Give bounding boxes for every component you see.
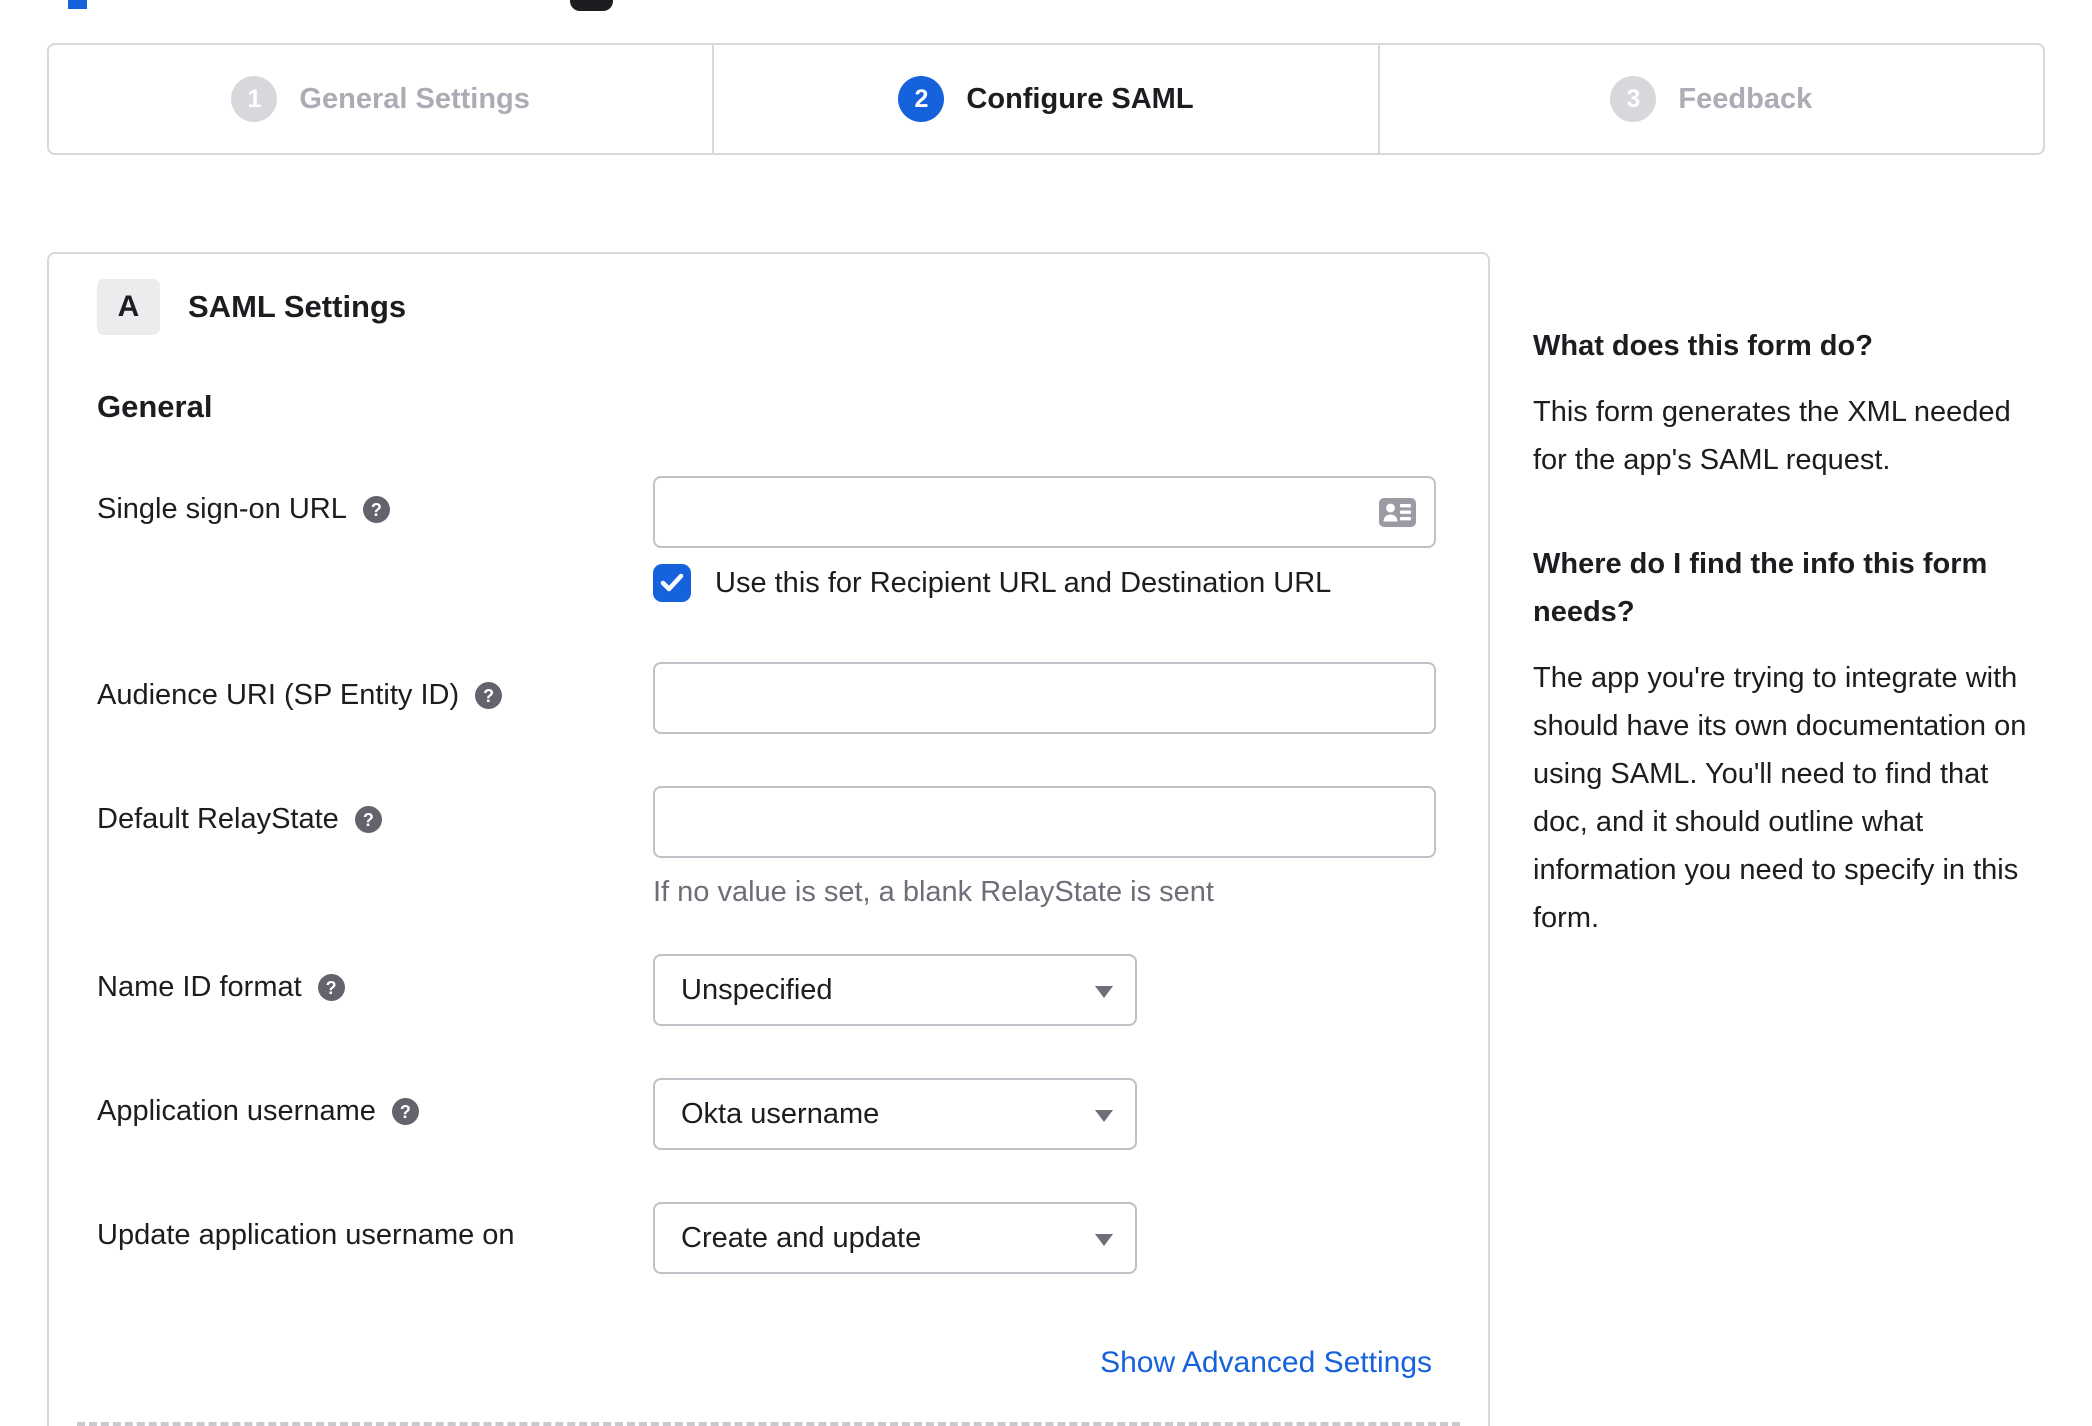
step-general-settings[interactable]: 1 General Settings xyxy=(49,45,712,153)
update-username-value: Create and update xyxy=(681,1221,922,1254)
show-advanced-settings-link[interactable]: Show Advanced Settings xyxy=(1100,1346,1432,1379)
section-header: A SAML Settings xyxy=(97,279,1432,335)
app-username-label-text: Application username xyxy=(97,1095,376,1127)
chevron-down-icon xyxy=(1095,986,1113,998)
sso-url-label: Single sign-on URL ? xyxy=(97,476,653,526)
update-username-control: Create and update xyxy=(653,1202,1432,1274)
relaystate-label: Default RelayState ? xyxy=(97,786,653,836)
clipped-header-accent xyxy=(68,0,87,9)
contact-card-icon[interactable] xyxy=(1379,498,1416,527)
sidebar-section-where: Where do I find the info this form needs… xyxy=(1533,540,2049,942)
section-badge: A xyxy=(97,279,160,335)
app-username-help-icon[interactable]: ? xyxy=(391,1098,419,1125)
advanced-settings-row: Show Advanced Settings xyxy=(97,1346,1432,1380)
step-label: General Settings xyxy=(299,82,530,115)
relaystate-input[interactable] xyxy=(653,786,1436,858)
recipient-url-checkbox-label[interactable]: Use this for Recipient URL and Destinati… xyxy=(715,567,1331,600)
chevron-down-icon xyxy=(1095,1110,1113,1122)
section-title: SAML Settings xyxy=(188,289,407,324)
form-row-nameid: Name ID format ? Unspecified xyxy=(97,954,1432,1026)
step-label: Configure SAML xyxy=(966,82,1194,115)
sidebar-body-what: This form generates the XML needed for t… xyxy=(1533,396,2011,476)
step-number-badge: 3 xyxy=(1610,76,1657,122)
update-username-label-text: Update application username on xyxy=(97,1219,515,1251)
relaystate-helper-text: If no value is set, a blank RelayState i… xyxy=(653,876,1214,908)
clipped-header-glyph xyxy=(570,0,613,11)
nameid-format-label-text: Name ID format xyxy=(97,971,302,1003)
nameid-format-control: Unspecified xyxy=(653,954,1432,1026)
recipient-url-checkbox[interactable] xyxy=(653,564,691,602)
wizard-stepper: 1 General Settings 2 Configure SAML 3 Fe… xyxy=(47,43,2045,155)
sidebar-heading-where: Where do I find the info this form needs… xyxy=(1533,548,1988,628)
chevron-down-icon xyxy=(1095,1234,1113,1246)
audience-uri-label: Audience URI (SP Entity ID) ? xyxy=(97,662,653,712)
relaystate-help-icon[interactable]: ? xyxy=(354,806,382,833)
update-username-select[interactable]: Create and update xyxy=(653,1202,1137,1274)
nameid-format-label: Name ID format ? xyxy=(97,954,653,1004)
help-sidebar: What does this form do? This form genera… xyxy=(1533,322,2049,942)
section-dashed-divider xyxy=(77,1422,1460,1426)
app-username-label: Application username ? xyxy=(97,1078,653,1128)
step-number-badge: 2 xyxy=(898,76,945,122)
step-number-badge: 1 xyxy=(231,76,278,122)
sso-url-input[interactable] xyxy=(653,476,1436,548)
audience-uri-label-text: Audience URI (SP Entity ID) xyxy=(97,679,460,711)
nameid-format-select[interactable]: Unspecified xyxy=(653,954,1137,1026)
form-row-relaystate: Default RelayState ? If no value is set,… xyxy=(97,786,1436,909)
form-row-update-username: Update application username on Create an… xyxy=(97,1202,1432,1274)
recipient-url-check-row: Use this for Recipient URL and Destinati… xyxy=(653,564,1436,602)
sidebar-section-what: What does this form do? This form genera… xyxy=(1533,322,2049,484)
form-row-appusername: Application username ? Okta username xyxy=(97,1078,1432,1150)
group-title-general: General xyxy=(97,389,213,424)
step-configure-saml[interactable]: 2 Configure SAML xyxy=(712,45,1377,153)
sidebar-heading-what: What does this form do? xyxy=(1533,330,1873,362)
relaystate-label-text: Default RelayState xyxy=(97,803,339,835)
nameid-help-icon[interactable]: ? xyxy=(317,974,345,1001)
form-row-audience: Audience URI (SP Entity ID) ? xyxy=(97,662,1436,734)
saml-settings-panel: A SAML Settings General Single sign-on U… xyxy=(47,252,1490,1426)
nameid-format-value: Unspecified xyxy=(681,973,833,1006)
audience-uri-control xyxy=(653,662,1436,734)
sso-url-label-text: Single sign-on URL xyxy=(97,493,347,525)
form-row-sso: Single sign-on URL ? Use this for Recipi… xyxy=(97,476,1436,602)
step-label: Feedback xyxy=(1678,82,1813,115)
app-username-value: Okta username xyxy=(681,1097,880,1130)
sidebar-body-where: The app you're trying to integrate with … xyxy=(1533,662,2027,934)
update-username-label: Update application username on xyxy=(97,1202,653,1252)
step-feedback[interactable]: 3 Feedback xyxy=(1377,45,2043,153)
relaystate-control: If no value is set, a blank RelayState i… xyxy=(653,786,1436,909)
app-username-select[interactable]: Okta username xyxy=(653,1078,1137,1150)
audience-help-icon[interactable]: ? xyxy=(475,682,503,709)
sso-url-control: Use this for Recipient URL and Destinati… xyxy=(653,476,1436,602)
audience-uri-input[interactable] xyxy=(653,662,1436,734)
sso-help-icon[interactable]: ? xyxy=(362,496,390,523)
app-username-control: Okta username xyxy=(653,1078,1432,1150)
